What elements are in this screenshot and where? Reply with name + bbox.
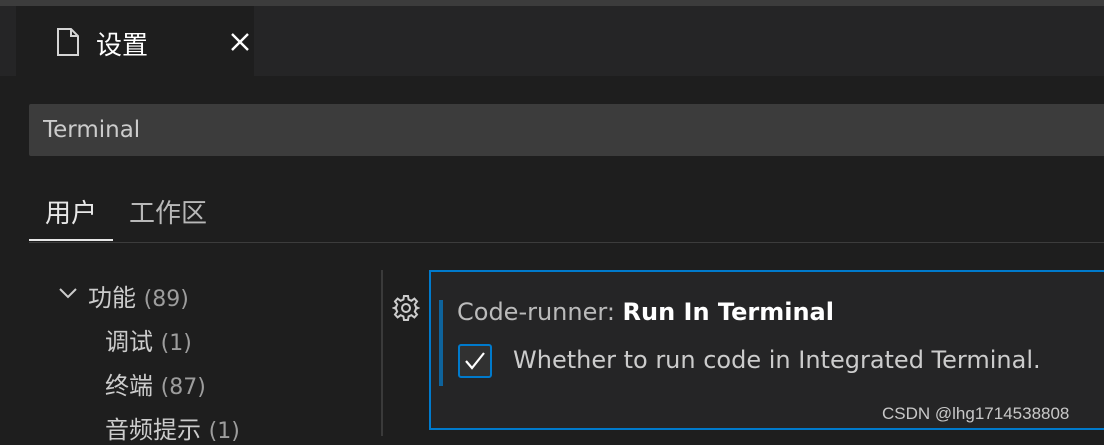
toc-item-count: (87) (160, 375, 206, 400)
scope-tabs: 用户 工作区 (29, 188, 1104, 243)
tab-title: 设置 (96, 31, 149, 61)
watermark: CSDN @lhg1714538808 (882, 404, 1070, 423)
tab-workspace[interactable]: 工作区 (129, 193, 207, 230)
toc-item-label: 终端 (105, 372, 153, 400)
modified-indicator (439, 300, 443, 386)
settings-tab[interactable]: 设置 (16, 6, 254, 76)
tab-user[interactable]: 用户 (45, 193, 97, 230)
toc-item-label: 音频提示 (105, 416, 201, 444)
toc-item-terminal[interactable]: 终端 (87) (105, 366, 206, 401)
toc-item-audio-cues[interactable]: 音频提示 (1) (105, 410, 240, 445)
toc-group-label: 功能 (88, 284, 136, 312)
settings-search-input[interactable] (29, 104, 1104, 156)
setting-title: Code-runner: Run In Terminal (457, 298, 834, 326)
setting-category: Code-runner: (457, 298, 623, 326)
gear-icon[interactable] (392, 294, 420, 322)
active-tab-underline (29, 239, 113, 241)
setting-key: Run In Terminal (622, 298, 834, 326)
toc-group-count: (89) (143, 287, 189, 312)
close-icon[interactable] (228, 30, 252, 54)
file-icon (57, 28, 79, 56)
toc-item-count: (1) (208, 419, 240, 444)
checkmark-icon (465, 352, 485, 370)
run-in-terminal-checkbox[interactable] (458, 344, 492, 378)
toc-divider (381, 270, 383, 436)
toc-item-debug[interactable]: 调试 (1) (105, 322, 192, 357)
toc-item-count: (1) (160, 331, 192, 356)
toc-item-label: 调试 (105, 328, 153, 356)
setting-description: Whether to run code in Integrated Termin… (513, 346, 1041, 374)
toc-group-features[interactable]: 功能 (89) (88, 278, 189, 313)
chevron-down-icon[interactable] (58, 286, 78, 300)
editor-tab-strip: 设置 (0, 6, 1104, 76)
